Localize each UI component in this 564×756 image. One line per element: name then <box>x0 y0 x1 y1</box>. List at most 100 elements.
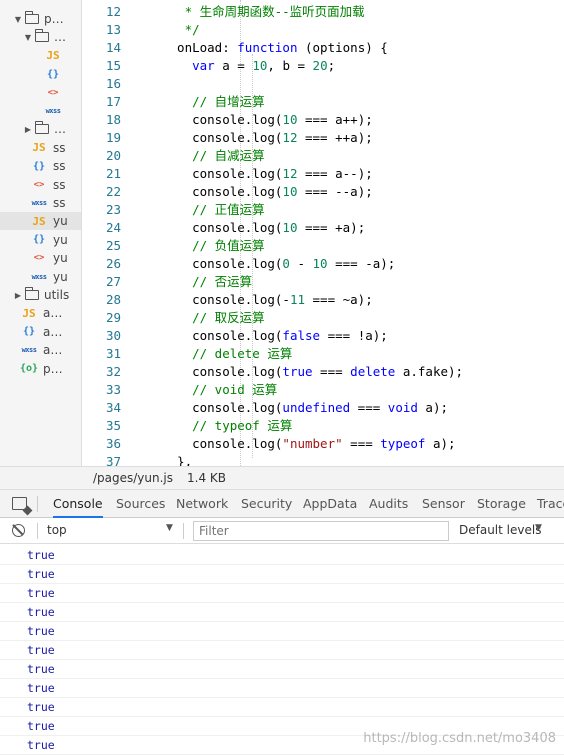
code-token: (options) { <box>297 40 388 55</box>
code-token: 10 <box>282 220 298 235</box>
tab-appdata[interactable]: AppData <box>303 490 357 518</box>
chevron-down-icon[interactable]: ▼ <box>14 15 22 24</box>
line-number: 23 <box>105 202 121 217</box>
chevron-right-icon[interactable]: ▶ <box>24 125 32 134</box>
tree-file[interactable]: JS <box>0 47 81 65</box>
filter-input[interactable] <box>193 521 449 541</box>
tree-file[interactable]: <> yu <box>0 249 81 267</box>
line-number: 29 <box>105 310 121 325</box>
tree-item-label: a… <box>43 324 63 339</box>
code-line[interactable]: 18 console.log(10 === a++); <box>83 111 564 129</box>
js-file-icon: JS <box>32 214 46 228</box>
code-token: console.log( <box>162 112 283 127</box>
tree-file[interactable]: wxss a… <box>0 341 81 359</box>
log-levels-select[interactable]: Default levels <box>459 523 541 537</box>
code-token: var <box>192 58 215 73</box>
chevron-down-icon[interactable]: ▼ <box>535 523 542 533</box>
code-line[interactable]: 34 console.log(undefined === void a); <box>83 399 564 417</box>
code-line[interactable]: 20 // 自减运算 <box>83 147 564 165</box>
chevron-down-icon[interactable]: ▼ <box>24 33 32 42</box>
code-text: console.log(10 === +a); <box>162 219 365 237</box>
console-toolbar: top ▼ Default levels ▼ <box>0 518 564 544</box>
tree-file[interactable]: {o} p… <box>0 360 81 378</box>
code-line[interactable]: 37 }, <box>83 453 564 466</box>
code-line[interactable]: 21 console.log(12 === a--); <box>83 165 564 183</box>
code-line[interactable]: 26 console.log(0 - 10 === -a); <box>83 255 564 273</box>
tree-file[interactable]: JS a… <box>0 304 81 322</box>
code-token: 12 <box>282 166 298 181</box>
code-text: * 生命周期函数--监听页面加载 <box>162 3 365 21</box>
chevron-down-icon[interactable]: ▼ <box>166 523 173 533</box>
tree-file[interactable]: {} ss <box>0 157 81 175</box>
tree-folder[interactable]: ▶ utils <box>0 286 81 304</box>
code-line[interactable]: 14 onLoad: function (options) { <box>83 39 564 57</box>
tree-item-label: yu <box>53 269 68 284</box>
tab-audits[interactable]: Audits <box>369 490 408 518</box>
code-token: 10 <box>282 112 298 127</box>
tree-file[interactable]: wxss ss <box>0 194 81 212</box>
code-line[interactable]: 36 console.log("number" === typeof a); <box>83 435 564 453</box>
code-token: a); <box>417 400 449 415</box>
code-text: console.log(0 - 10 === -a); <box>162 255 395 273</box>
tab-sources[interactable]: Sources <box>116 490 165 518</box>
code-line[interactable]: 31 // delete 运算 <box>83 345 564 363</box>
tree-file[interactable]: <> <box>0 84 81 102</box>
line-number: 21 <box>105 166 121 181</box>
code-line[interactable]: 32 console.log(true === delete a.fake); <box>83 363 564 381</box>
code-line[interactable]: 29 // 取反运算 <box>83 309 564 327</box>
file-tree: ▼ p… ▼… JS{} <> wxss ▶… JS ss{} ss <> ss wxss ss JS yu{… <box>0 0 82 466</box>
code-line[interactable]: 33 // void 运算 <box>83 381 564 399</box>
code-token: "number" <box>282 436 343 451</box>
tree-file[interactable]: JS ss <box>0 139 81 157</box>
tree-folder[interactable]: ▶… <box>0 120 81 138</box>
tree-item-label: ss <box>53 140 66 155</box>
code-token: // typeof 运算 <box>162 418 293 433</box>
tree-folder[interactable]: ▼… <box>0 28 81 46</box>
code-line[interactable]: 12 * 生命周期函数--监听页面加载 <box>83 3 564 21</box>
inspect-element-icon[interactable] <box>12 497 27 510</box>
code-line[interactable]: 23 // 正值运算 <box>83 201 564 219</box>
tree-item-label: ss <box>53 177 66 192</box>
code-editor[interactable]: 12 * 生命周期函数--监听页面加载 13 */14 onLoad: funct… <box>83 0 564 466</box>
json-file-icon: {} <box>46 68 60 80</box>
tree-file[interactable]: {} a… <box>0 323 81 341</box>
tab-security[interactable]: Security <box>241 490 292 518</box>
code-line[interactable]: 30 console.log(false === !a); <box>83 327 564 345</box>
tree-file[interactable]: {} <box>0 65 81 83</box>
code-line[interactable]: 25 // 负值运算 <box>83 237 564 255</box>
chevron-right-icon[interactable]: ▶ <box>14 291 22 300</box>
tree-file[interactable]: wxss <box>0 102 81 120</box>
code-line[interactable]: 17 // 自增运算 <box>83 93 564 111</box>
line-number: 28 <box>105 292 121 307</box>
code-line[interactable]: 15 var a = 10, b = 20; <box>83 57 564 75</box>
tab-network[interactable]: Network <box>176 490 228 518</box>
code-line[interactable]: 28 console.log(-11 === ~a); <box>83 291 564 309</box>
code-line[interactable]: 13 */ <box>83 21 564 39</box>
tree-file[interactable]: <> ss <box>0 176 81 194</box>
tree-file[interactable]: {} yu <box>0 231 81 249</box>
clear-console-icon[interactable] <box>12 524 25 537</box>
code-text: // typeof 运算 <box>162 417 292 435</box>
tab-storage[interactable]: Storage <box>477 490 526 518</box>
code-token: undefined <box>282 400 351 415</box>
wxss-file-icon: wxss <box>31 272 47 281</box>
tree-item-label: … <box>54 30 66 45</box>
code-line[interactable]: 22 console.log(10 === --a); <box>83 183 564 201</box>
js-file-icon: JS <box>22 306 36 320</box>
code-line[interactable]: 16 <box>83 75 564 93</box>
code-token: // 否运算 <box>162 274 253 289</box>
tab-sensor[interactable]: Sensor <box>422 490 465 518</box>
code-line[interactable]: 35 // typeof 运算 <box>83 417 564 435</box>
tree-folder[interactable]: ▼ p… <box>0 10 81 28</box>
code-line[interactable]: 27 // 否运算 <box>83 273 564 291</box>
line-number: 30 <box>105 328 121 343</box>
tree-file[interactable]: JS yu <box>0 212 81 231</box>
tree-file[interactable]: wxss yu <box>0 268 81 286</box>
code-line[interactable]: 19 console.log(12 === ++a); <box>83 129 564 147</box>
tab-trace[interactable]: Trace <box>537 490 564 518</box>
tab-console[interactable]: Console <box>53 490 103 518</box>
file-path: /pages/yun.js <box>93 471 174 485</box>
folder-icon <box>35 29 49 43</box>
code-line[interactable]: 24 console.log(10 === +a); <box>83 219 564 237</box>
context-select[interactable]: top <box>47 523 67 537</box>
